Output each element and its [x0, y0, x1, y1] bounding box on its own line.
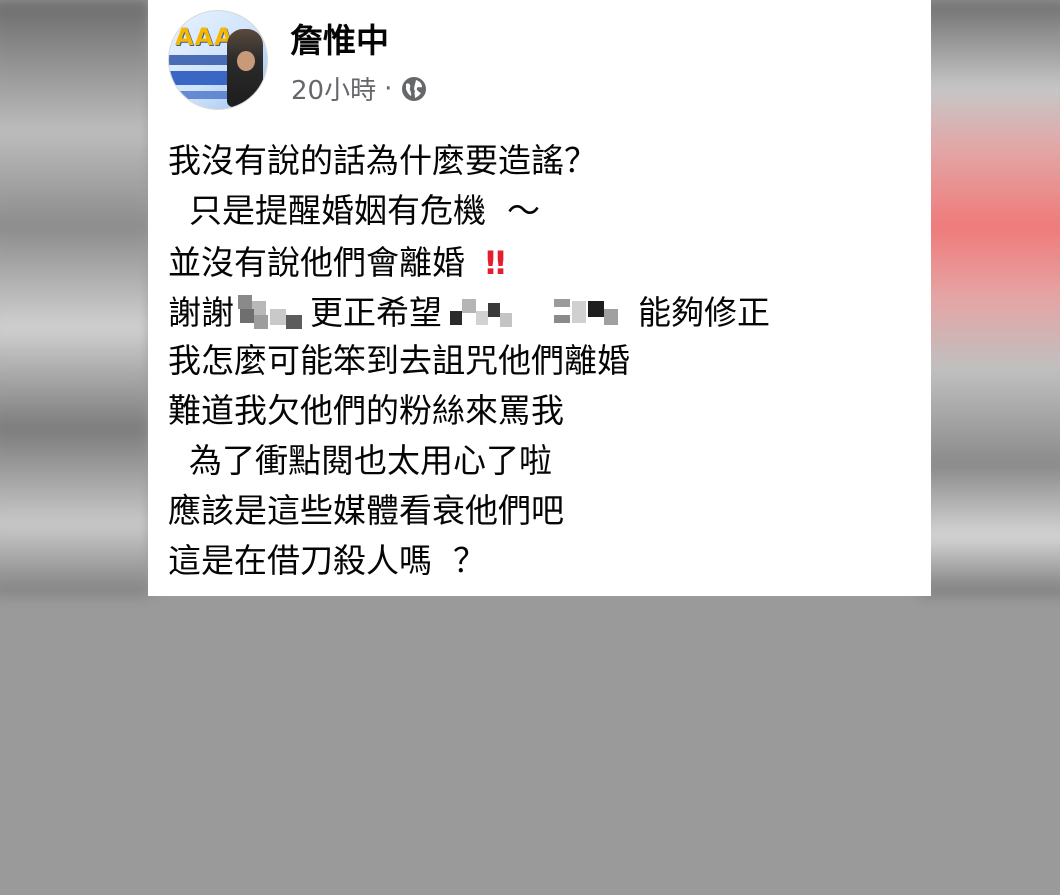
avatar-sign-text: AAA	[175, 23, 234, 51]
globe-icon[interactable]	[400, 75, 428, 103]
post-line-text: 能夠修正	[638, 292, 770, 332]
post-card: AAA 詹惟中 20小時 · 我沒有說的話為什麼要造謠？ 只是提醒婚姻有危機 ～…	[148, 0, 931, 596]
post-line-text: 並沒有說他們會離婚	[168, 242, 476, 282]
blurred-background-right	[920, 0, 1060, 596]
post-body: 我沒有說的話為什麼要造謠？ 只是提醒婚姻有危機 ～ 並沒有說他們會離婚 ‼ 謝謝…	[168, 136, 908, 586]
censored-name-mosaic	[234, 294, 310, 331]
post-line: 並沒有說他們會離婚 ‼	[168, 236, 908, 286]
author-name[interactable]: 詹惟中	[290, 14, 389, 62]
post-line-text: 更正希望	[310, 292, 442, 332]
post-line: 我沒有說的話為什麼要造謠？	[168, 141, 597, 180]
meta-separator: ·	[384, 73, 393, 104]
post-meta: 20小時 ·	[291, 70, 428, 107]
blurred-background-left	[0, 0, 150, 596]
post-line: 只是提醒婚姻有危機 ～	[168, 191, 540, 230]
avatar-face	[237, 51, 255, 71]
post-time[interactable]: 20小時	[291, 70, 376, 107]
post-line-text: 謝謝	[168, 292, 234, 332]
avatar-sign-band	[175, 91, 235, 99]
censored-name-mosaic	[442, 295, 638, 331]
post-line: 謝謝 更正希望 能夠修正	[168, 286, 908, 336]
double-exclamation-icon: ‼	[485, 243, 506, 282]
avatar-sign-band	[169, 71, 235, 85]
avatar[interactable]: AAA	[168, 10, 268, 110]
